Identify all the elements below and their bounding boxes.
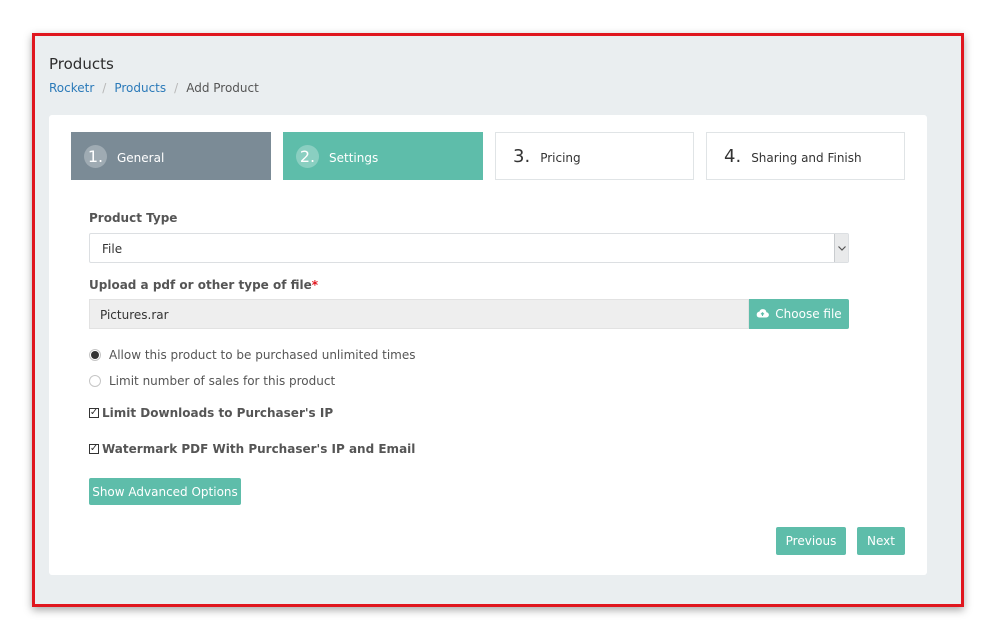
checkbox-checked-icon[interactable]: ✓: [89, 408, 99, 418]
breadcrumb-separator: /: [174, 81, 179, 95]
breadcrumb-separator: /: [102, 81, 107, 95]
chevron-down-icon[interactable]: [834, 234, 848, 262]
step-number: 3.: [513, 145, 531, 167]
product-type-select[interactable]: File: [89, 233, 849, 263]
breadcrumb-current: Add Product: [186, 81, 259, 95]
step-label: Settings: [329, 150, 379, 165]
step-number: 1.: [84, 144, 107, 168]
upload-label: Upload a pdf or other type of file*: [89, 278, 318, 292]
step-label: General: [117, 150, 165, 165]
checkbox-ip-label: Limit Downloads to Purchaser's IP: [102, 406, 334, 420]
radio-unlimited-label: Allow this product to be purchased unlim…: [109, 348, 416, 362]
required-marker: *: [311, 278, 319, 292]
product-type-value: File: [102, 242, 123, 256]
step-sharing-and-finish[interactable]: 4. Sharing and Finish: [706, 132, 905, 180]
radio-selected-icon[interactable]: [89, 349, 101, 361]
step-number: 2.: [296, 144, 319, 168]
radio-limit-sales[interactable]: Limit number of sales for this product: [89, 374, 335, 388]
breadcrumb-products[interactable]: Products: [114, 81, 166, 95]
radio-unselected-icon[interactable]: [89, 375, 101, 387]
app-frame: Products Rocketr / Products / Add Produc…: [32, 33, 964, 607]
cloud-upload-icon: [756, 307, 770, 321]
product-form-card: 1. General 2. Settings 3. Pricing 4. Sha…: [49, 115, 927, 575]
radio-limit-label: Limit number of sales for this product: [109, 374, 336, 388]
step-settings[interactable]: 2. Settings: [283, 132, 483, 180]
show-advanced-options-button[interactable]: Show Advanced Options: [89, 478, 241, 505]
next-button[interactable]: Next: [857, 527, 905, 555]
step-pricing[interactable]: 3. Pricing: [495, 132, 694, 180]
file-name-field[interactable]: Pictures.rar: [89, 299, 749, 329]
step-label: Pricing: [540, 150, 581, 165]
upload-label-text: Upload a pdf or other type of file: [89, 278, 312, 292]
checkbox-limit-downloads-ip[interactable]: ✓ Limit Downloads to Purchaser's IP: [89, 406, 333, 420]
step-label: Sharing and Finish: [751, 150, 862, 165]
page-title: Products: [49, 55, 114, 73]
radio-unlimited-purchases[interactable]: Allow this product to be purchased unlim…: [89, 348, 416, 362]
step-number: 4.: [724, 145, 742, 167]
checkbox-checked-icon[interactable]: ✓: [89, 444, 99, 454]
checkbox-watermark-label: Watermark PDF With Purchaser's IP and Em…: [102, 442, 416, 456]
breadcrumb: Rocketr / Products / Add Product: [49, 81, 259, 95]
checkbox-watermark-pdf[interactable]: ✓ Watermark PDF With Purchaser's IP and …: [89, 442, 415, 456]
choose-file-label: Choose file: [775, 307, 842, 321]
product-type-label: Product Type: [89, 211, 178, 225]
previous-button[interactable]: Previous: [776, 527, 846, 555]
choose-file-button[interactable]: Choose file: [749, 299, 849, 329]
breadcrumb-rocketr[interactable]: Rocketr: [49, 81, 94, 95]
step-general[interactable]: 1. General: [71, 132, 271, 180]
